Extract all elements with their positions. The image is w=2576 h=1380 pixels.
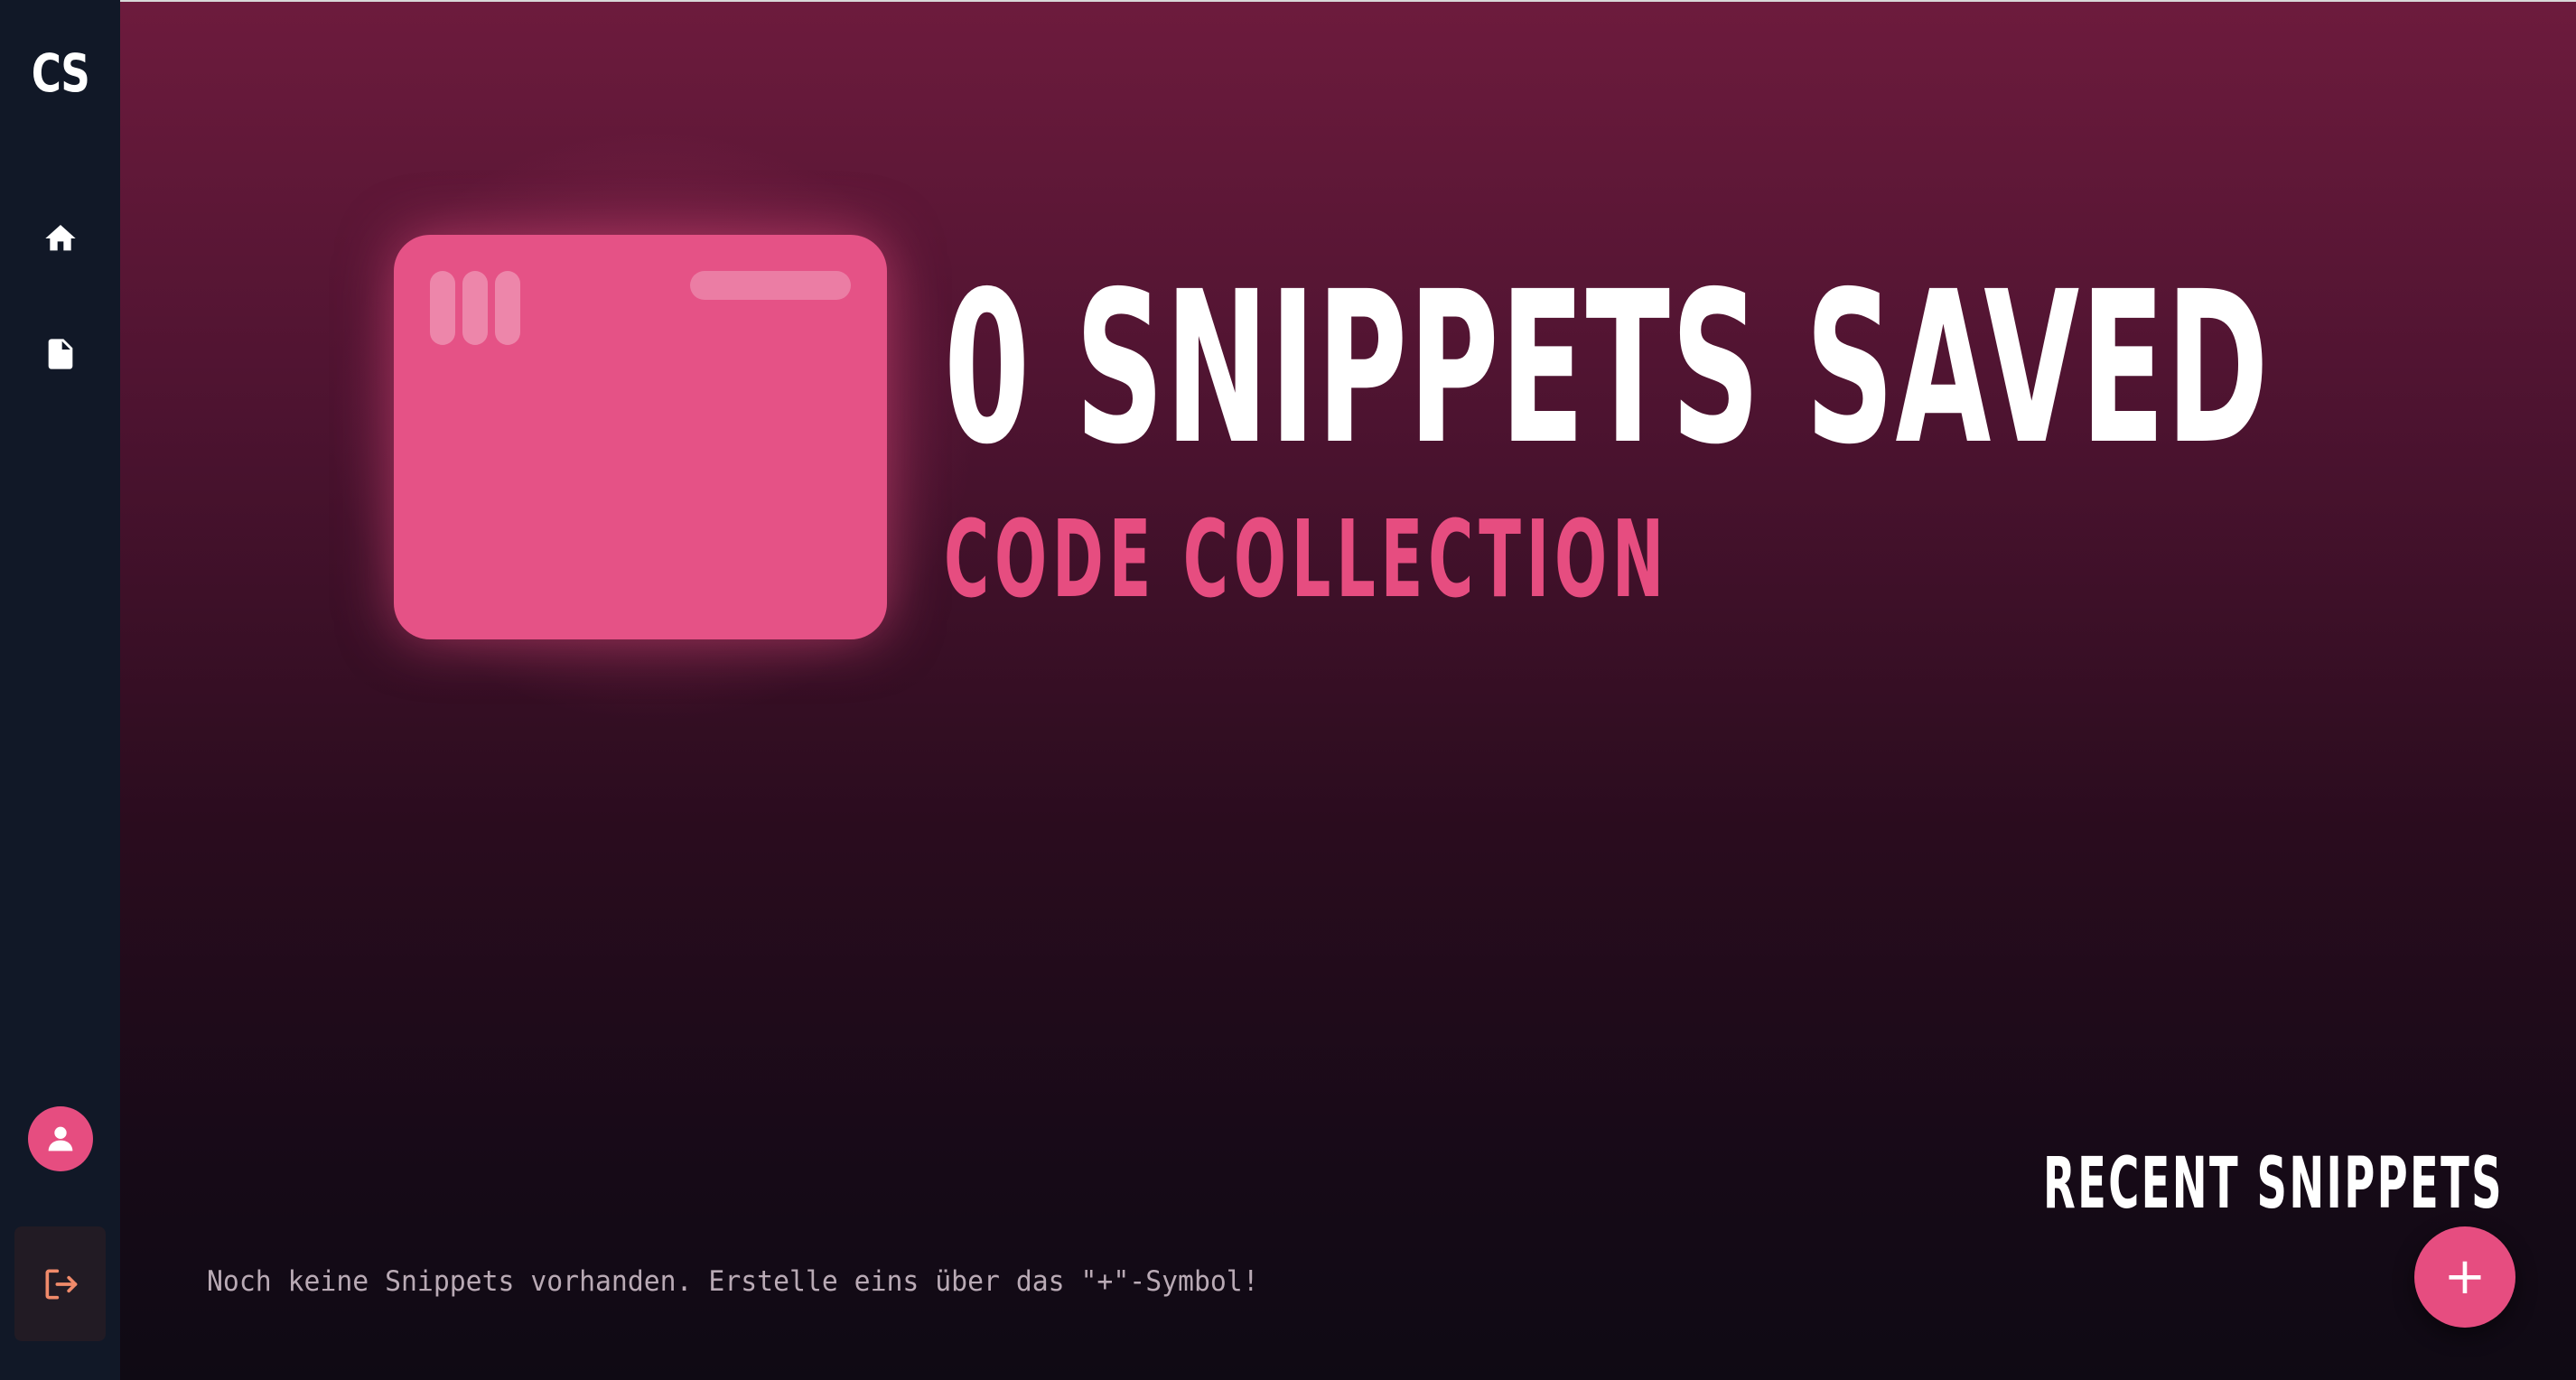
add-snippet-button[interactable]: + — [2414, 1226, 2515, 1328]
home-icon[interactable] — [42, 220, 79, 256]
window-dot — [495, 271, 520, 345]
main-content: 0 SNIPPETS SAVED CODE COLLECTION RECENT … — [120, 2, 2576, 1380]
logout-icon — [45, 1269, 77, 1299]
app-root: CS 0 SNIPPETS SAVED CODE COLLECTION RECE… — [0, 0, 2576, 1380]
empty-state-message: Noch keine Snippets vorhanden. Erstelle … — [207, 1265, 1259, 1298]
page-subtitle: CODE COLLECTION — [944, 497, 1670, 621]
user-icon — [48, 1126, 73, 1152]
logout-button[interactable] — [14, 1226, 106, 1341]
sidebar: CS — [0, 0, 120, 1380]
window-title-bar — [690, 271, 851, 300]
document-icon[interactable] — [42, 336, 79, 372]
window-dot — [430, 271, 455, 345]
recent-snippets-heading: RECENT SNIPPETS — [2043, 1143, 2504, 1225]
app-logo[interactable]: CS — [14, 47, 107, 99]
window-dot — [462, 271, 488, 345]
code-window-icon — [394, 235, 887, 639]
snippet-count-title: 0 SNIPPETS SAVED — [944, 247, 2270, 490]
user-avatar-button[interactable] — [28, 1106, 93, 1171]
